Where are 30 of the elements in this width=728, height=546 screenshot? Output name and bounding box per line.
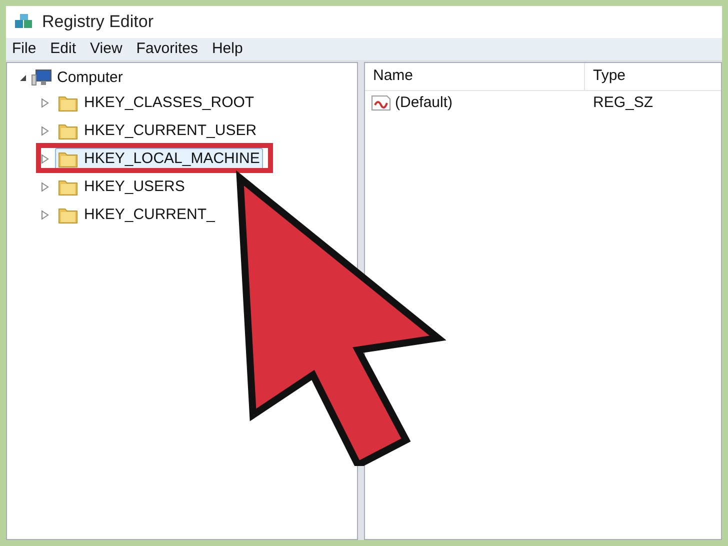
tree-item[interactable]: HKEY_CURRENT_USER (55, 120, 260, 142)
menu-item[interactable]: Help (212, 38, 243, 60)
expand-icon[interactable] (41, 98, 49, 108)
registry-cubes-icon (14, 13, 34, 31)
folder-icon (58, 206, 78, 224)
collapse-icon[interactable] (19, 74, 27, 82)
expand-icon[interactable] (41, 210, 49, 220)
expand-icon[interactable] (41, 126, 49, 136)
tree-item[interactable]: HKEY_LOCAL_MACHINE (55, 148, 263, 170)
expand-icon[interactable] (41, 182, 49, 192)
menu-item[interactable]: View (90, 38, 122, 60)
column-header[interactable]: Type (585, 63, 721, 90)
folder-icon (58, 94, 78, 112)
folder-icon (58, 178, 78, 196)
tree-item[interactable]: HKEY_CURRENT_ (55, 204, 218, 226)
folder-icon (58, 122, 78, 140)
table-cell-text: REG_SZ (592, 92, 654, 113)
column-header[interactable]: Name (365, 63, 585, 90)
tree-item[interactable]: HKEY_USERS (55, 176, 188, 198)
expand-icon[interactable] (41, 154, 49, 164)
table-cell-text: (Default) (395, 92, 453, 113)
computer-icon (31, 69, 53, 87)
menu-item[interactable]: Edit (50, 38, 76, 60)
folder-icon (58, 150, 78, 168)
menu-item[interactable]: File (12, 38, 36, 60)
menu-item[interactable]: Favorites (136, 38, 198, 60)
window-title: Registry Editor (42, 11, 154, 34)
tree-item[interactable]: Computer (57, 66, 123, 90)
string-value-icon (371, 95, 391, 111)
tree-item[interactable]: HKEY_CLASSES_ROOT (55, 92, 258, 114)
